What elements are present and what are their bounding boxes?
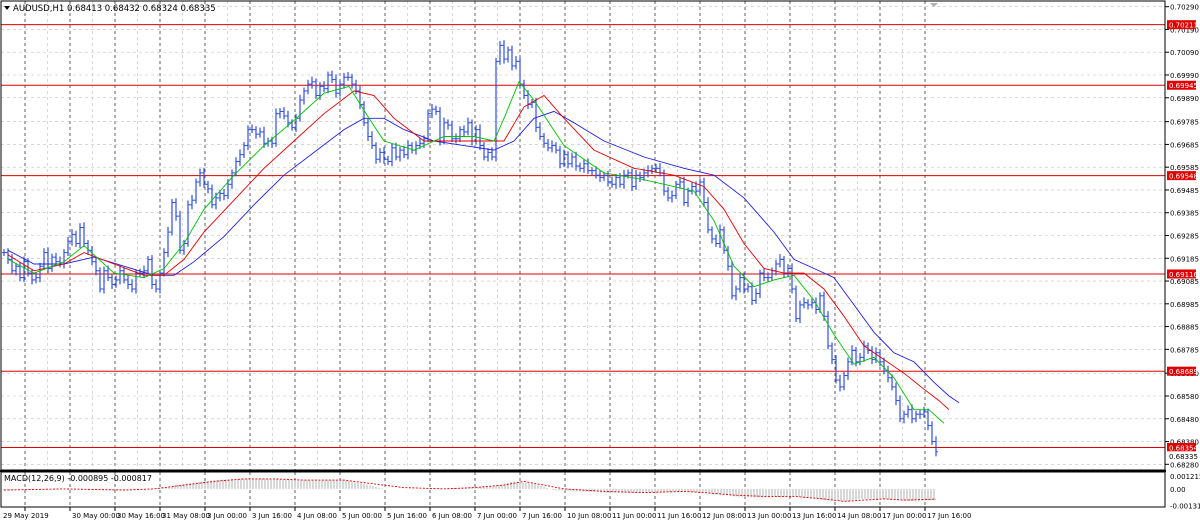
price-tick-label: 0.69285 [1170, 233, 1199, 241]
current-price-label: 0.68335 [1169, 453, 1198, 461]
price-tick-label: 0.69485 [1170, 187, 1199, 195]
time-tick-label: 7 Jun 00:00 [477, 512, 517, 520]
time-tick-label: 31 May 08:00 [162, 512, 210, 520]
price-axis: 0.702900.701900.700900.699900.698900.697… [1165, 4, 1199, 469]
time-tick-label: 30 May 16:00 [117, 512, 165, 520]
time-tick-label: 5 Jun 00:00 [342, 512, 382, 520]
time-tick-label: 29 May 2019 [3, 512, 49, 520]
price-tick-label: 0.68480 [1170, 416, 1199, 424]
time-tick-label: 3 Jun 16:00 [252, 512, 292, 520]
level-label: 0.69945 [1169, 82, 1198, 90]
price-tick-label: 0.69585 [1170, 164, 1199, 172]
level-label: 0.69548 [1169, 173, 1198, 181]
macd-tick-label: 0.00 [1170, 486, 1186, 494]
time-tick-label: 17 Jun 16:00 [927, 512, 971, 520]
trading-chart[interactable]: 0.702900.701900.700900.699900.698900.697… [0, 0, 1200, 523]
chart-background [0, 0, 1200, 523]
time-tick-label: 4 Jun 08:00 [297, 512, 337, 520]
price-tick-label: 0.69685 [1170, 141, 1199, 149]
time-tick-label: 6 Jun 08:00 [432, 512, 472, 520]
time-tick-label: 14 Jun 08:00 [837, 512, 881, 520]
macd-tick-label: -0.001317 [1170, 502, 1200, 510]
time-tick-label: 13 Jun 00:00 [747, 512, 791, 520]
level-label: 0.68354 [1169, 444, 1198, 452]
time-tick-label: 10 Jun 08:00 [567, 512, 611, 520]
time-tick-label: 12 Jun 08:00 [702, 512, 746, 520]
level-label: 0.69116 [1169, 271, 1198, 279]
price-tick-label: 0.69890 [1170, 95, 1199, 103]
price-tick-label: 0.68885 [1170, 324, 1199, 332]
symbol-header-text: AUDUSD,H1 0.68413 0.68432 0.68324 0.6833… [13, 4, 216, 14]
level-label: 0.70211 [1169, 22, 1198, 30]
price-tick-label: 0.69085 [1170, 278, 1199, 286]
time-tick-label: 7 Jun 16:00 [522, 512, 562, 520]
price-tick-label: 0.68785 [1170, 346, 1199, 354]
price-tick-label: 0.69785 [1170, 119, 1199, 127]
time-tick-label: 30 May 00:00 [72, 512, 120, 520]
time-tick-label: 3 Jun 00:00 [207, 512, 247, 520]
symbol-header[interactable]: AUDUSD,H1 0.68413 0.68432 0.68324 0.6833… [4, 4, 216, 14]
price-tick-label: 0.70090 [1170, 49, 1199, 57]
time-tick-label: 11 Jun 00:00 [612, 512, 656, 520]
price-tick-label: 0.68280 [1170, 461, 1199, 469]
macd-tick-label: 0.001215 [1170, 473, 1200, 481]
time-tick-label: 11 Jun 16:00 [657, 512, 701, 520]
price-tick-label: 0.69990 [1170, 72, 1199, 80]
price-tick-label: 0.70290 [1170, 4, 1199, 12]
macd-header-text: MACD(12,26,9) -0.000895 -0.000817 [4, 474, 152, 483]
price-tick-label: 0.68985 [1170, 301, 1199, 309]
price-tick-label: 0.68580 [1170, 393, 1199, 401]
time-tick-label: 5 Jun 16:00 [387, 512, 427, 520]
price-tick-label: 0.69385 [1170, 210, 1199, 218]
time-tick-label: 17 Jun 00:00 [882, 512, 926, 520]
price-tick-label: 0.69185 [1170, 255, 1199, 263]
time-tick-label: 13 Jun 16:00 [792, 512, 836, 520]
level-label: 0.68689 [1169, 368, 1198, 376]
